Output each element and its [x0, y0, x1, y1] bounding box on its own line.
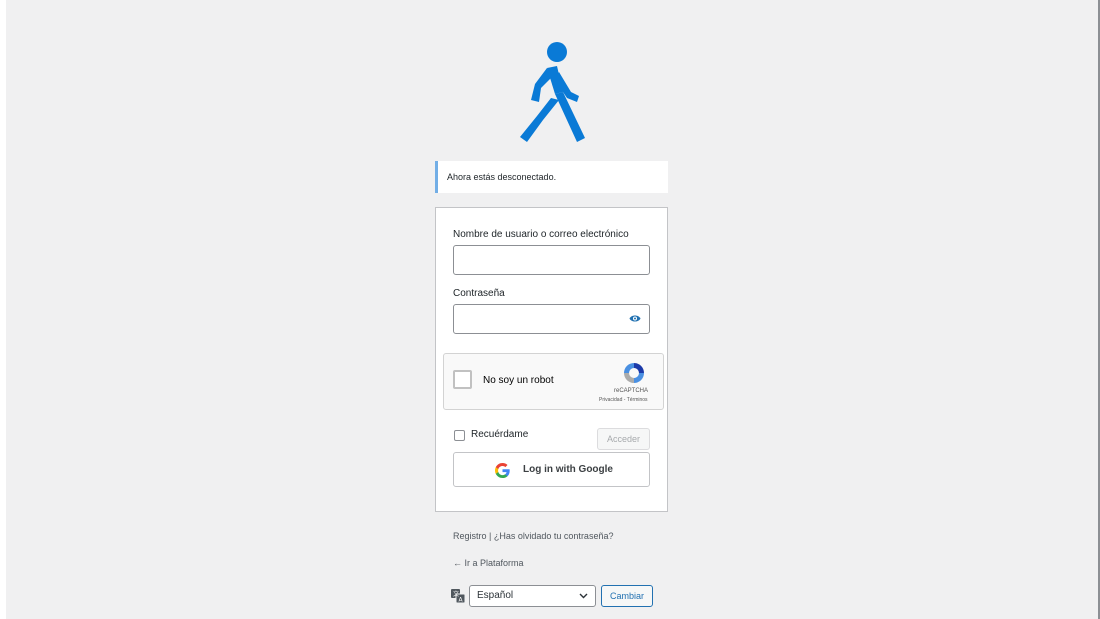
password-input[interactable]: [453, 304, 650, 334]
login-form: Nombre de usuario o correo electrónico C…: [435, 207, 668, 512]
login-links: Registro | ¿Has olvidado tu contraseña?: [453, 531, 613, 541]
password-label: Contraseña: [453, 288, 505, 299]
username-input[interactable]: [453, 245, 650, 275]
language-selected: Español: [477, 590, 514, 601]
walking-person-icon[interactable]: [513, 40, 589, 146]
remember-me-checkbox[interactable]: [454, 430, 465, 441]
chevron-down-icon: [579, 593, 588, 599]
translate-icon: 文 A: [451, 589, 465, 603]
lost-password-link[interactable]: ¿Has olvidado tu contraseña?: [494, 531, 614, 541]
username-label: Nombre de usuario o correo electrónico: [453, 229, 629, 240]
register-link[interactable]: Registro: [453, 531, 487, 541]
notice-text: Ahora estás desconectado.: [447, 172, 557, 182]
google-icon: [495, 463, 510, 478]
eye-icon[interactable]: [629, 314, 641, 323]
back-to-site-link[interactable]: ← Ir a Plataforma: [453, 558, 524, 568]
logged-out-notice: Ahora estás desconectado.: [435, 161, 668, 193]
recaptcha-terms-link[interactable]: Privacidad - Términos: [599, 397, 648, 403]
recaptcha-label: No soy un robot: [483, 375, 554, 386]
recaptcha-checkbox[interactable]: [453, 370, 472, 389]
recaptcha-logo-icon: [624, 363, 644, 383]
change-language-button[interactable]: Cambiar: [601, 585, 653, 607]
link-separator: |: [489, 531, 492, 541]
language-select[interactable]: Español: [469, 585, 596, 607]
login-submit-button[interactable]: Acceder: [597, 428, 650, 450]
recaptcha-brand: reCAPTCHA: [614, 388, 649, 394]
recaptcha-widget: No soy un robot reCAPTCHA Privacidad - T…: [443, 353, 664, 410]
google-login-label: Log in with Google: [523, 464, 613, 475]
remember-me-label[interactable]: Recuérdame: [471, 429, 528, 440]
google-login-button[interactable]: Log in with Google: [453, 452, 650, 487]
